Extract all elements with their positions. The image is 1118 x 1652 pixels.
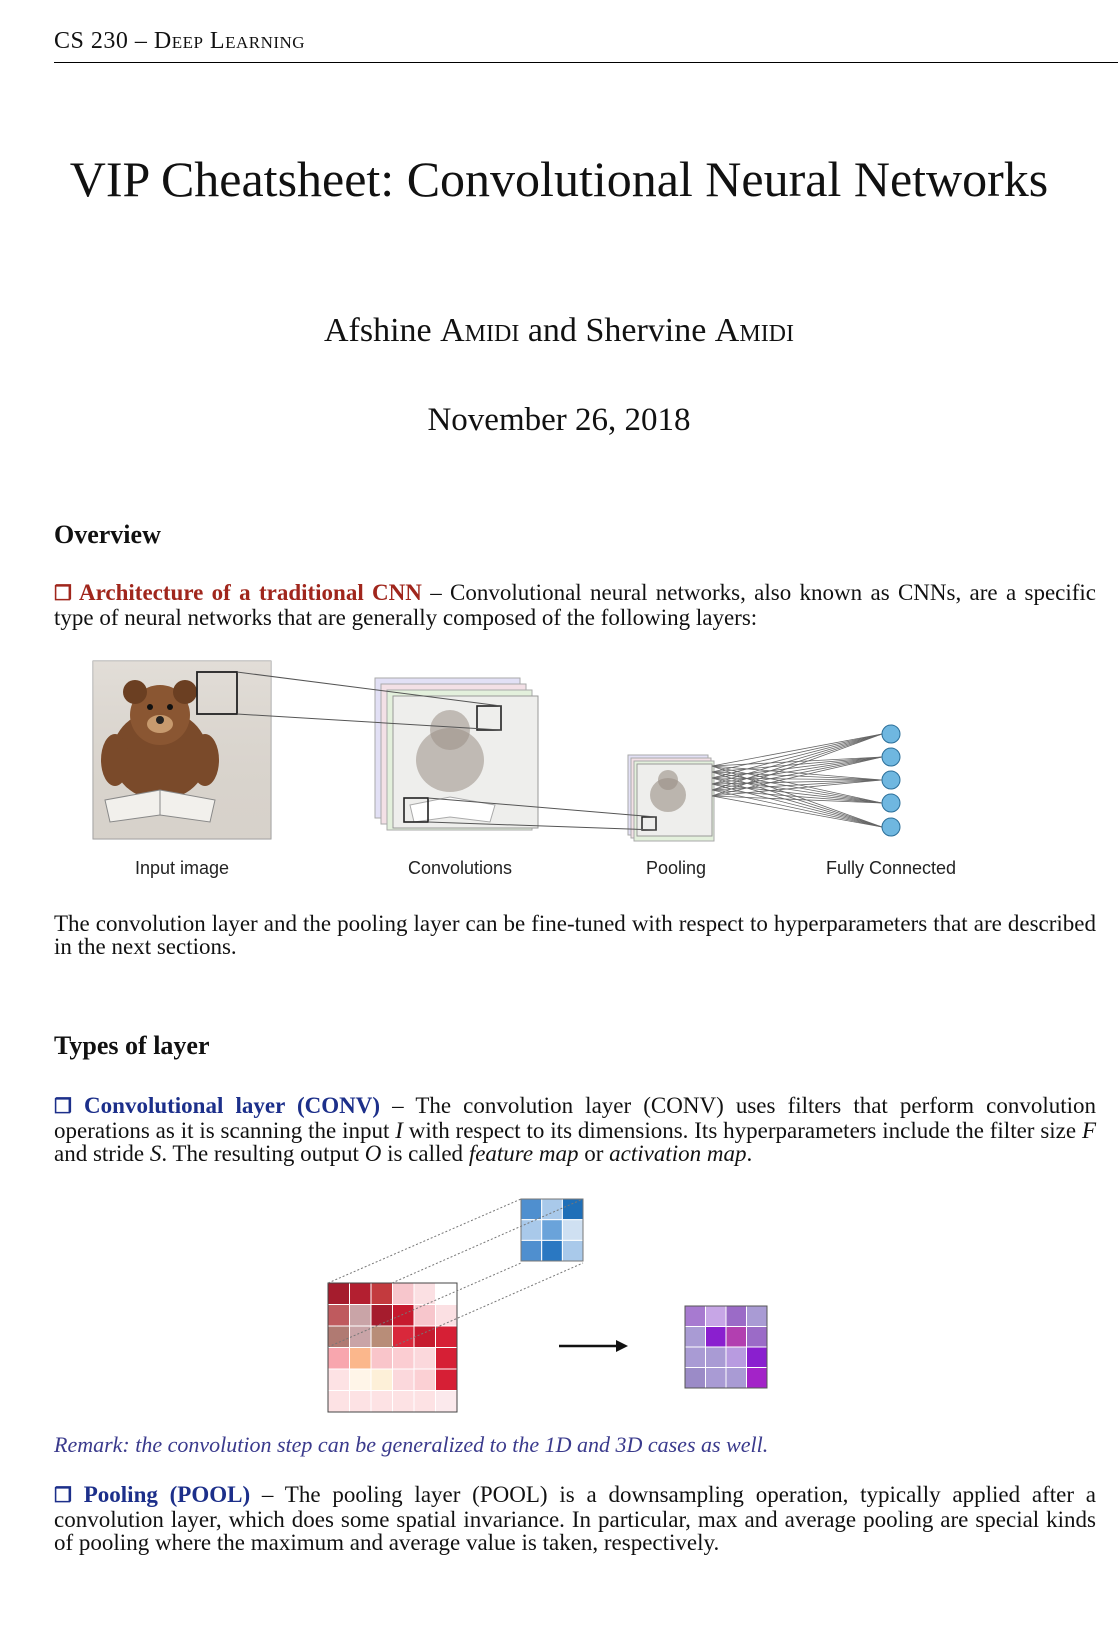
filter-grid-cell — [561, 1239, 584, 1262]
input-grid — [327, 1282, 458, 1413]
pool-term: ❒ Pooling (POOL) — [54, 1482, 250, 1507]
output-grid-cell — [746, 1305, 768, 1327]
output-grid-cell — [746, 1326, 768, 1348]
pool-term-text: Pooling (POOL) — [83, 1482, 251, 1507]
input-grid-cell — [370, 1282, 393, 1305]
output-grid-cell — [746, 1367, 768, 1389]
filter-grid-cell — [520, 1239, 543, 1262]
input-grid-cell — [413, 1347, 436, 1370]
input-grid-cell — [349, 1282, 372, 1305]
convolution-operation-figure — [327, 1198, 768, 1413]
output-grid-cell — [705, 1305, 727, 1327]
input-grid-cell — [327, 1325, 350, 1348]
output-grid-cell — [684, 1305, 706, 1327]
input-grid-cell — [370, 1368, 393, 1391]
input-grid-cell — [327, 1282, 350, 1305]
input-grid-cell — [349, 1347, 372, 1370]
input-grid-cell — [370, 1304, 393, 1327]
input-grid-cell — [392, 1325, 415, 1348]
output-grid-cell — [725, 1367, 747, 1389]
input-grid-cell — [435, 1325, 458, 1348]
output-grid-cell — [684, 1367, 706, 1389]
filter-grid-cell — [541, 1239, 563, 1262]
input-grid-cell — [370, 1347, 393, 1370]
input-grid-cell — [435, 1282, 458, 1305]
input-grid-cell — [435, 1304, 458, 1327]
input-grid-cell — [392, 1390, 415, 1413]
input-grid-cell — [327, 1368, 350, 1391]
input-grid-cell — [327, 1347, 350, 1370]
filter-grid — [520, 1198, 584, 1262]
output-grid-cell — [725, 1326, 747, 1348]
input-grid-cell — [413, 1390, 436, 1413]
output-grid-cell — [725, 1346, 747, 1368]
input-grid-cell — [349, 1368, 372, 1391]
filter-grid-cell — [541, 1198, 563, 1221]
output-grid-cell — [725, 1305, 747, 1327]
pool-paragraph: ❒ Pooling (POOL) – The pooling layer (PO… — [54, 1483, 1096, 1554]
input-grid-cell — [435, 1368, 458, 1391]
input-grid-cell — [349, 1325, 372, 1348]
filter-grid-cell — [520, 1198, 543, 1221]
output-grid-cell — [705, 1367, 727, 1389]
filter-grid-cell — [561, 1198, 584, 1221]
input-grid-cell — [392, 1347, 415, 1370]
input-grid-cell — [349, 1304, 372, 1327]
input-grid-cell — [327, 1390, 350, 1413]
input-grid-cell — [392, 1368, 415, 1391]
input-grid-cell — [327, 1304, 350, 1327]
input-grid-cell — [370, 1390, 393, 1413]
output-grid-cell — [746, 1346, 768, 1368]
output-grid-cell — [705, 1326, 727, 1348]
input-grid-cell — [413, 1368, 436, 1391]
checkbox-icon: ❒ — [54, 1485, 72, 1507]
filter-grid-cell — [561, 1219, 584, 1241]
remark-convolution: Remark: the convolution step can be gene… — [54, 1432, 769, 1457]
filter-grid-cell — [520, 1219, 543, 1241]
input-grid-cell — [392, 1304, 415, 1327]
input-grid-cell — [349, 1390, 372, 1413]
input-grid-cell — [370, 1325, 393, 1348]
output-grid — [684, 1305, 768, 1389]
input-grid-cell — [392, 1282, 415, 1305]
input-grid-cell — [435, 1347, 458, 1370]
output-grid-cell — [705, 1346, 727, 1368]
output-grid-cell — [684, 1326, 706, 1348]
output-grid-cell — [684, 1346, 706, 1368]
arrow-icon — [559, 1340, 628, 1352]
input-grid-cell — [435, 1390, 458, 1413]
filter-grid-cell — [541, 1219, 563, 1241]
